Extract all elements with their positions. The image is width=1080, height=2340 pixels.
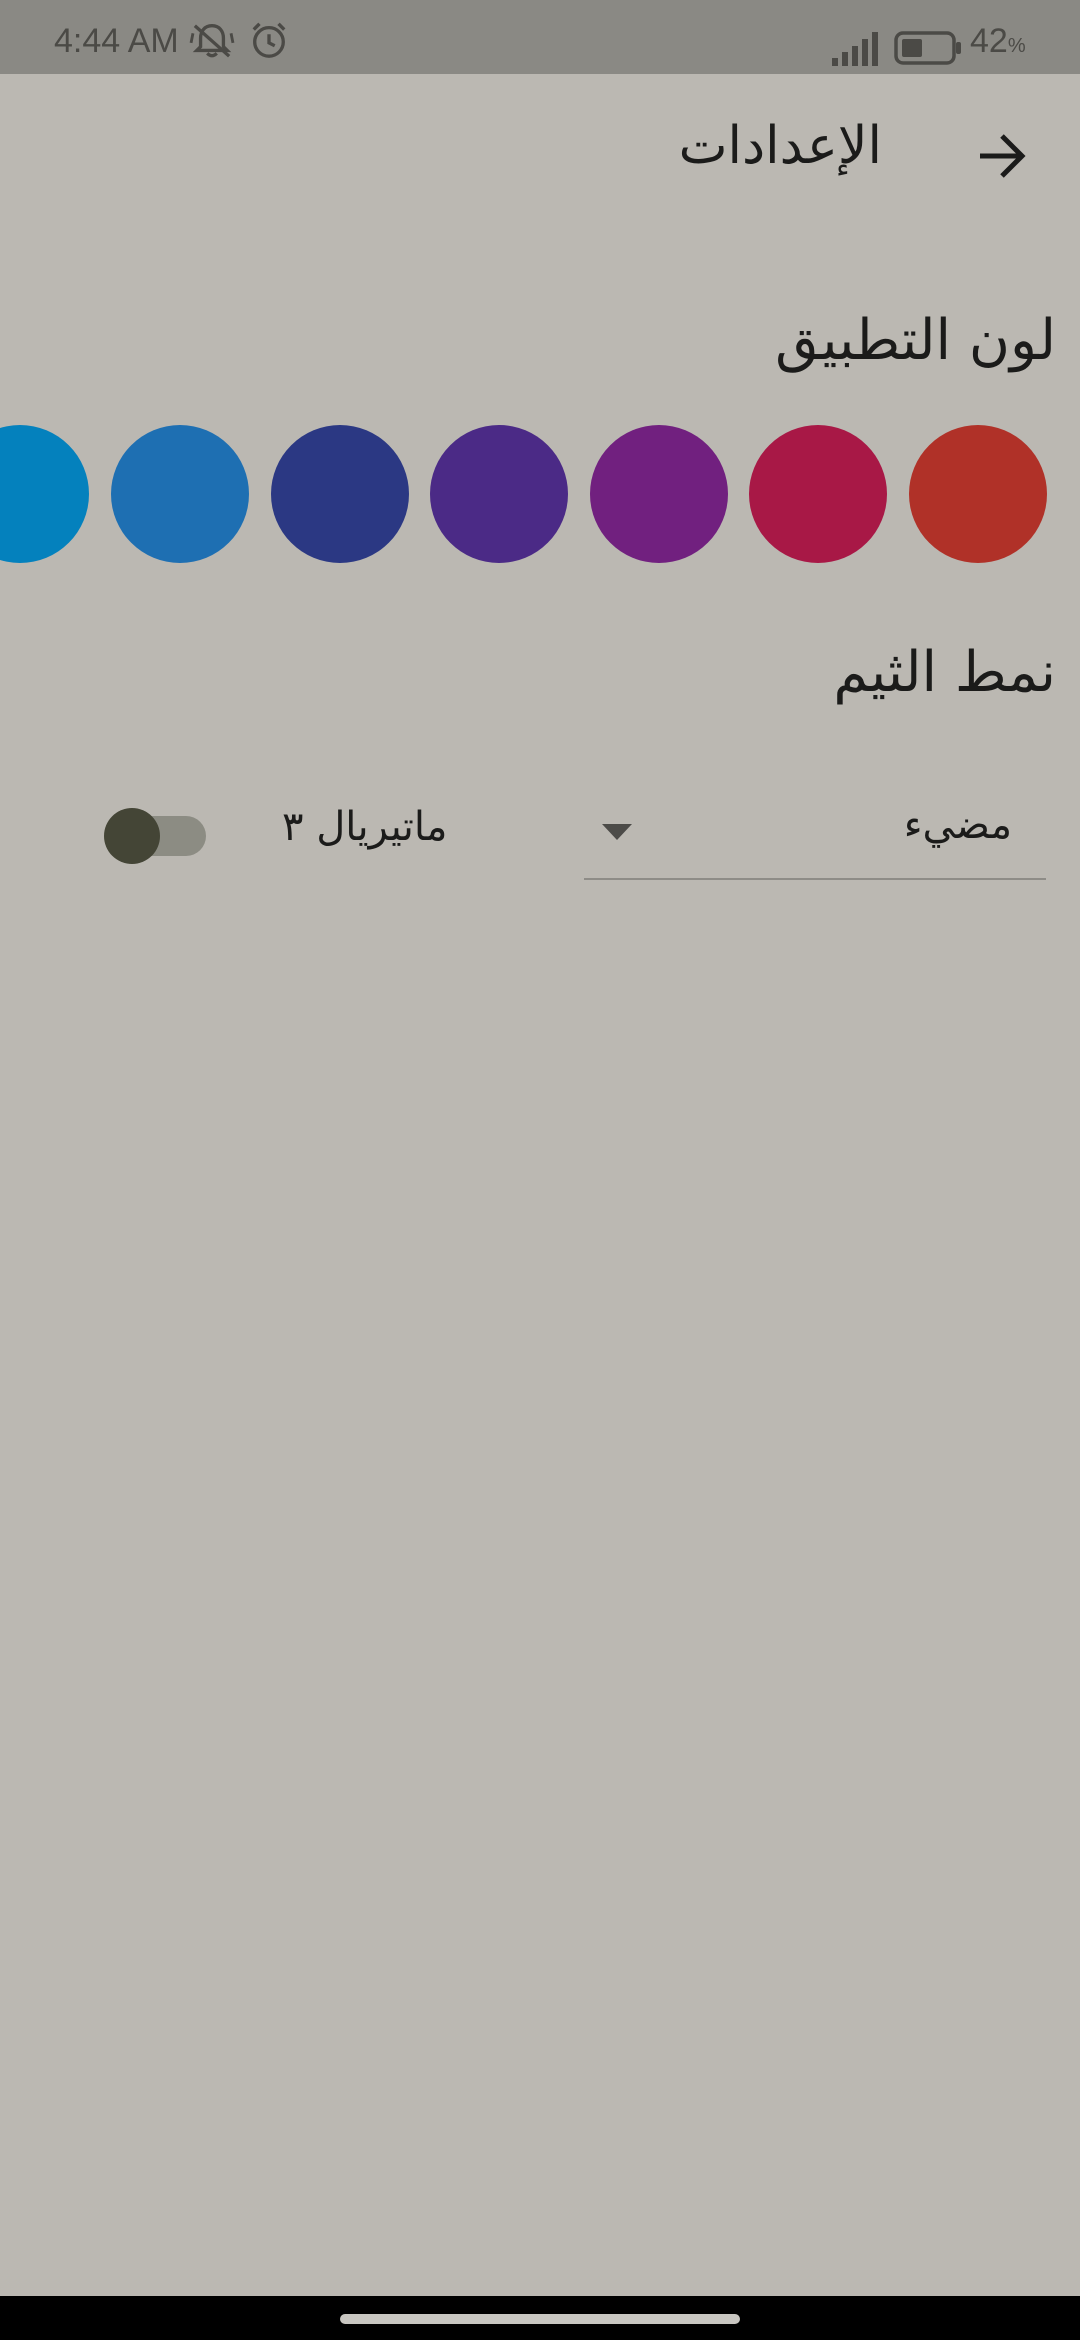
color-swatch-deep-purple[interactable] xyxy=(430,425,568,563)
app-bar: الإعدادات xyxy=(0,74,1080,224)
theme-mode-value: مضيء xyxy=(903,802,1012,848)
navigation-bar xyxy=(0,2296,1080,2340)
arrow-forward-icon xyxy=(980,134,1026,178)
color-swatch-light-blue[interactable] xyxy=(0,425,89,563)
material3-toggle[interactable] xyxy=(104,808,206,864)
theme-mode-heading: نمط الثيم xyxy=(833,640,1056,705)
color-swatch-blue[interactable] xyxy=(111,425,249,563)
status-bar: 4:44 AM 42% xyxy=(0,0,1080,74)
color-swatch-pink[interactable] xyxy=(749,425,887,563)
battery-icon xyxy=(894,31,961,65)
color-swatch-purple[interactable] xyxy=(590,425,728,563)
alarm-icon xyxy=(252,22,286,58)
color-swatch-red[interactable] xyxy=(909,425,1047,563)
home-indicator[interactable] xyxy=(340,2314,740,2324)
toggle-thumb xyxy=(104,808,160,864)
page-title: الإعدادات xyxy=(678,116,882,176)
theme-mode-dropdown[interactable]: مضيء xyxy=(584,780,1046,880)
material3-label: ماتيريال ٣ xyxy=(282,804,448,850)
battery-percent: 42% xyxy=(970,22,1026,60)
dropdown-arrow-icon xyxy=(602,824,632,840)
app-color-heading: لون التطبيق xyxy=(775,308,1056,373)
status-time: 4:44 AM xyxy=(54,22,179,60)
signal-icon xyxy=(832,32,878,66)
silent-bell-icon xyxy=(189,24,235,58)
back-button[interactable] xyxy=(960,114,1044,198)
color-swatch-indigo[interactable] xyxy=(271,425,409,563)
